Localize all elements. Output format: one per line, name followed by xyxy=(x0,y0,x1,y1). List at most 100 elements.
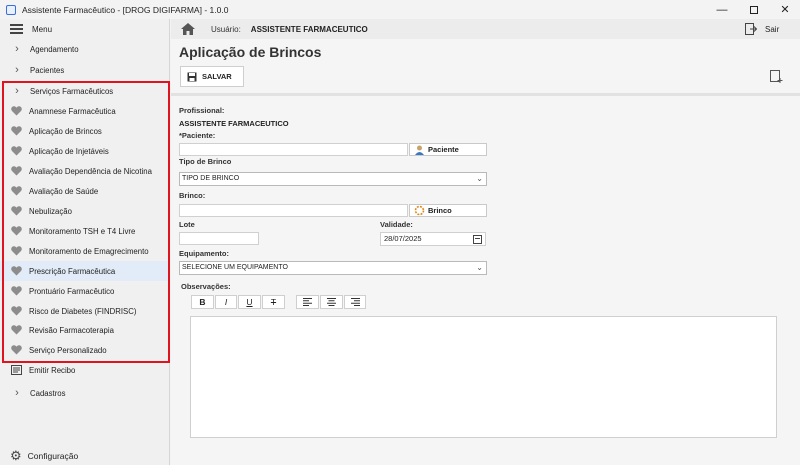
underline-button[interactable]: U xyxy=(238,295,261,309)
sidebar-item[interactable]: Monitoramento TSH e T4 Livre xyxy=(0,221,170,241)
sidebar-item[interactable]: › Pacientes xyxy=(0,60,170,80)
sidebar-item[interactable]: › Cadastros xyxy=(0,383,170,403)
page-title: Aplicação de Brincos xyxy=(179,44,322,60)
sidebar-item[interactable]: Prescrição Farmacêutica xyxy=(0,261,170,281)
observacoes-editor[interactable] xyxy=(190,316,777,438)
sidebar-item[interactable]: Prontuário Farmacêutico xyxy=(0,281,170,301)
sidebar-item[interactable]: Monitoramento de Emagrecimento xyxy=(0,241,170,261)
calendar-icon[interactable] xyxy=(473,235,482,244)
tipo-brinco-select[interactable]: TIPO DE BRINCO ⌄ xyxy=(179,172,487,186)
observacoes-label: Observações: xyxy=(181,282,231,291)
sidebar-item[interactable]: › Serviços Farmacêuticos xyxy=(0,81,170,101)
brinco-input[interactable] xyxy=(179,204,408,217)
sidebar-item[interactable]: Emitir Recibo xyxy=(0,360,170,380)
heart-icon xyxy=(11,106,22,116)
sidebar-item-label: Aplicação de Injetáveis xyxy=(29,146,109,156)
top-bar: Usuário: ASSISTENTE FARMACEUTICO Sair xyxy=(171,19,800,39)
heart-icon xyxy=(11,206,22,216)
heart-icon xyxy=(11,345,22,355)
hamburger-icon xyxy=(10,24,23,34)
underline-label: U xyxy=(246,297,253,307)
heart-icon xyxy=(11,246,22,256)
sidebar-item-label: Emitir Recibo xyxy=(29,365,76,375)
sidebar-item-label: Anamnese Farmacêutica xyxy=(29,106,116,116)
paciente-button-label: Paciente xyxy=(428,145,459,154)
align-left-button[interactable] xyxy=(296,295,319,309)
sidebar-item[interactable]: Anamnese Farmacêutica xyxy=(0,101,170,121)
align-center-button[interactable] xyxy=(320,295,343,309)
home-icon[interactable] xyxy=(181,23,195,35)
window-title: Assistente Farmacêutico - [DROG DIGIFARM… xyxy=(22,4,229,15)
sidebar-item-label: Pacientes xyxy=(30,65,65,75)
exit-button[interactable]: Sair xyxy=(745,23,779,35)
paciente-label: *Paciente: xyxy=(179,131,216,140)
save-button[interactable]: SALVAR xyxy=(180,66,244,87)
lote-input[interactable] xyxy=(179,232,259,245)
new-document-icon[interactable] xyxy=(770,70,783,84)
sidebar-item-label: Monitoramento TSH e T4 Livre xyxy=(29,226,136,236)
sidebar-item[interactable]: Nebulização xyxy=(0,201,170,221)
italic-button[interactable]: I xyxy=(215,295,237,309)
exit-label: Sair xyxy=(765,24,780,34)
config-label: Configuração xyxy=(27,451,79,461)
config-button[interactable]: ⚙ Configuração xyxy=(10,448,78,464)
menu-label: Menu xyxy=(32,24,53,34)
sidebar-item-label: Monitoramento de Emagrecimento xyxy=(29,246,149,256)
close-button[interactable]: ✕ xyxy=(770,0,800,19)
maximize-button[interactable] xyxy=(739,0,769,19)
paciente-input[interactable] xyxy=(179,143,408,156)
heart-icon xyxy=(11,306,22,316)
brinco-label: Brinco: xyxy=(179,191,206,200)
strikethrough-button[interactable]: T xyxy=(262,295,285,309)
sidebar-item-label: Risco de Diabetes (FINDRISC) xyxy=(29,306,137,316)
chevron-right-icon: › xyxy=(15,85,19,97)
brinco-button[interactable]: Brinco xyxy=(409,204,487,217)
sidebar-item-label: Aplicação de Brincos xyxy=(29,126,102,136)
sidebar-item-label: Serviços Farmacêuticos xyxy=(30,86,114,96)
sidebar-item-label: Avaliação Dependência de Nicotina xyxy=(29,166,152,176)
equipamento-label: Equipamento: xyxy=(179,249,229,258)
sidebar-item[interactable]: Avaliação Dependência de Nicotina xyxy=(0,161,170,181)
gear-icon: ⚙ xyxy=(10,448,22,463)
heart-icon xyxy=(11,166,22,176)
sidebar-item-label: Avaliação de Saúde xyxy=(29,186,99,196)
minimize-button[interactable]: — xyxy=(707,0,737,19)
heart-icon xyxy=(11,286,22,296)
profissional-label: Profissional: xyxy=(179,106,225,115)
paciente-button[interactable]: Paciente xyxy=(409,143,487,156)
validade-date-input[interactable]: 28/07/2025 xyxy=(380,232,486,246)
sidebar-item-label: Agendamento xyxy=(30,44,79,54)
chevron-right-icon: › xyxy=(15,64,19,76)
validade-label: Validade: xyxy=(380,220,413,229)
heart-icon xyxy=(11,325,22,335)
sidebar-item-label: Revisão Farmacoterapia xyxy=(29,325,114,335)
chevron-right-icon: › xyxy=(15,43,19,55)
sidebar-item[interactable]: Revisão Farmacoterapia xyxy=(0,320,170,340)
exit-icon xyxy=(745,23,757,35)
equipamento-value: SELECIONE UM EQUIPAMENTO xyxy=(182,264,288,271)
sidebar-item[interactable]: › Agendamento xyxy=(0,39,170,59)
align-left-icon xyxy=(303,298,312,306)
heart-icon xyxy=(11,186,22,196)
save-icon xyxy=(187,72,197,81)
brinco-button-label: Brinco xyxy=(428,206,452,215)
user-label: Usuário: xyxy=(211,24,241,34)
bold-label: B xyxy=(199,297,206,307)
sidebar-item-label: Cadastros xyxy=(30,388,66,398)
chevron-down-icon: ⌄ xyxy=(476,263,483,272)
main-content: Aplicação de Brincos SALVAR Profissional… xyxy=(171,39,800,465)
heart-icon xyxy=(11,226,22,236)
bold-button[interactable]: B xyxy=(191,295,214,309)
italic-label: I xyxy=(224,297,228,307)
sidebar-item[interactable]: Serviço Personalizado xyxy=(0,340,170,360)
sidebar-item[interactable]: Aplicação de Brincos xyxy=(0,121,170,141)
app-icon xyxy=(6,4,16,15)
align-right-button[interactable] xyxy=(344,295,366,309)
earring-icon xyxy=(414,205,425,216)
sidebar-item[interactable]: Avaliação de Saúde xyxy=(0,181,170,201)
sidebar-item[interactable]: Risco de Diabetes (FINDRISC) xyxy=(0,301,170,321)
equipamento-select[interactable]: SELECIONE UM EQUIPAMENTO ⌄ xyxy=(179,261,487,275)
menu-toggle[interactable]: Menu xyxy=(0,19,170,39)
align-center-icon xyxy=(327,298,336,306)
sidebar-item[interactable]: Aplicação de Injetáveis xyxy=(0,141,170,161)
